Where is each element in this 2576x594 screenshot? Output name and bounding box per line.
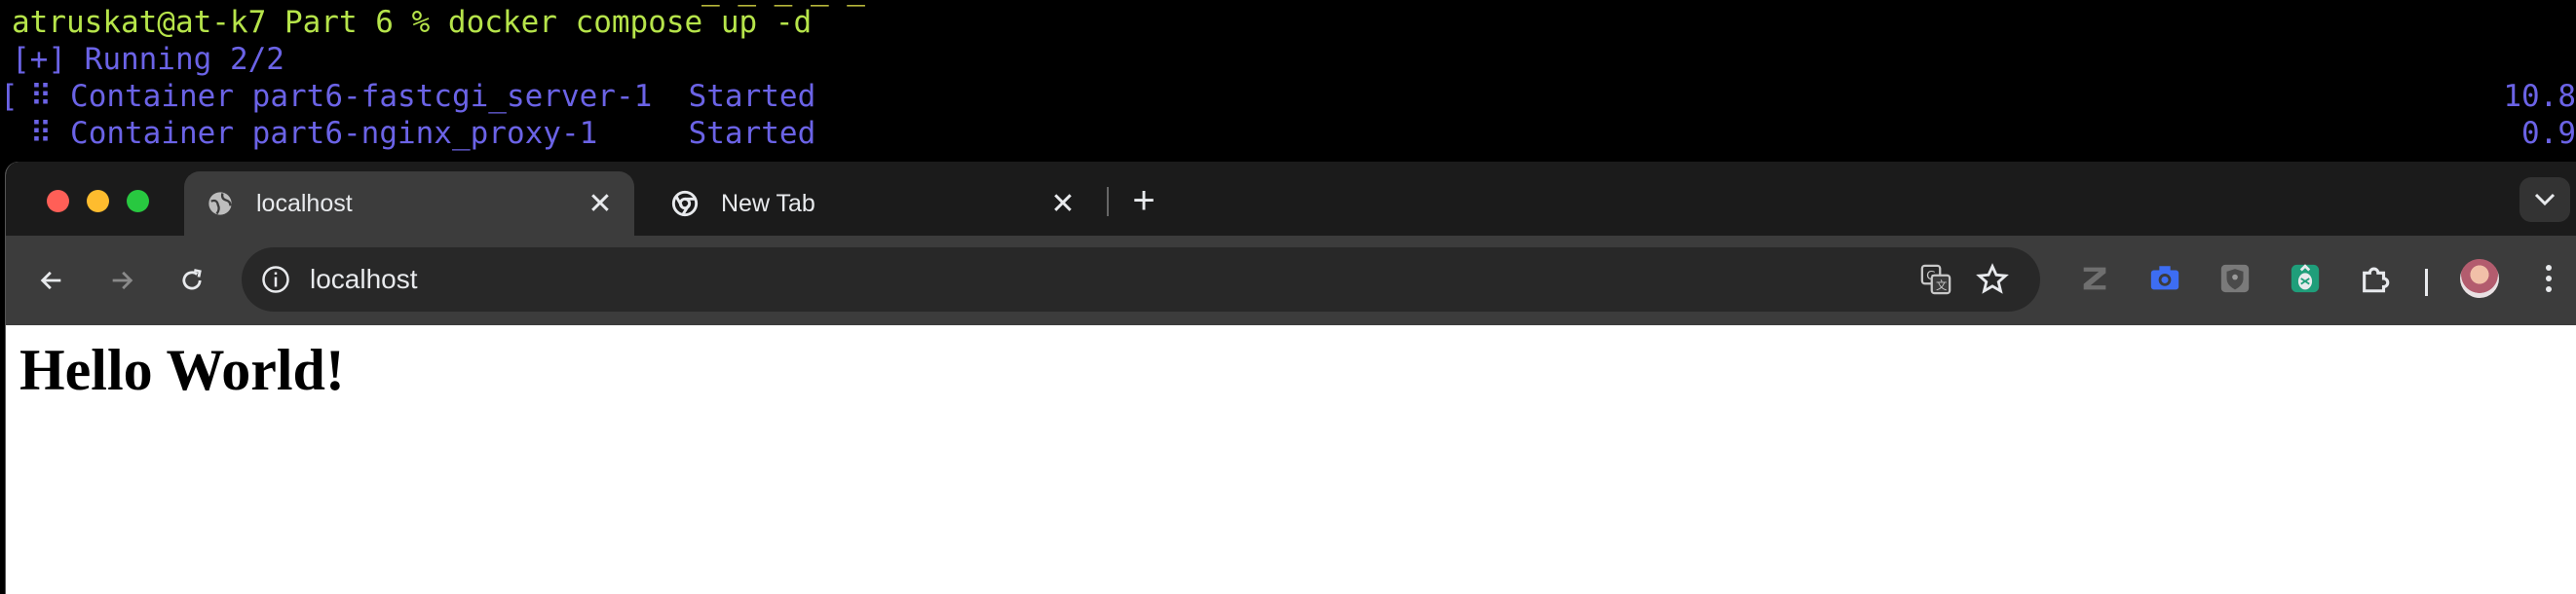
- container-status: Started: [688, 116, 816, 151]
- site-info-icon[interactable]: [261, 265, 290, 294]
- minimize-window-button[interactable]: [87, 190, 109, 212]
- terminal-window: _ _ _ _ _ atruskat@at-k7 Part 6 % docker…: [0, 0, 2576, 162]
- zotero-icon[interactable]: [2075, 259, 2114, 298]
- new-tab-button[interactable]: +: [1124, 179, 1163, 222]
- address-bar[interactable]: localhost G文: [242, 247, 2040, 312]
- camera-icon[interactable]: [2145, 259, 2184, 298]
- puzzle-icon[interactable]: [2356, 259, 2395, 298]
- reload-icon: [182, 269, 202, 290]
- forward-button[interactable]: [99, 258, 144, 303]
- translate-icon[interactable]: G文: [1919, 263, 1952, 296]
- close-tab-icon[interactable]: ✕: [1046, 187, 1080, 220]
- forward-arrow-icon: [112, 271, 133, 290]
- shield-extension-icon[interactable]: [2216, 259, 2254, 298]
- pineapple-icon[interactable]: [2286, 259, 2325, 298]
- tab-search-button[interactable]: [2519, 177, 2570, 222]
- back-button[interactable]: [29, 258, 74, 303]
- tab-label: New Tab: [721, 189, 815, 217]
- close-window-button[interactable]: [47, 190, 69, 212]
- terminal-prompt-line: atruskat@at-k7 Part 6 % docker compose u…: [12, 5, 813, 40]
- terminal-running-line: [+] Running 2/2: [12, 42, 284, 77]
- browser-window: localhost ✕ New Tab ✕ + localhost 文 Hell…: [5, 162, 2576, 594]
- tab-localhost[interactable]: localhost ✕: [184, 171, 634, 236]
- avatar[interactable]: [2460, 259, 2499, 298]
- container-time: 0.9: [2521, 116, 2576, 151]
- terminal-container-line: ⠿ Container part6-nginx_proxy-1 Started: [12, 115, 816, 152]
- globe-icon: [206, 189, 235, 218]
- svg-text:文: 文: [1936, 278, 1947, 292]
- reload-button[interactable]: [170, 258, 214, 303]
- close-tab-icon[interactable]: ✕: [584, 187, 617, 220]
- zoom-window-button[interactable]: [127, 190, 149, 212]
- container-prefix: ⠿ Container: [12, 79, 252, 114]
- container-name: part6-fastcgi_server-1: [251, 79, 670, 114]
- container-status: Started: [688, 79, 816, 114]
- page-content: Hello World!: [6, 325, 2576, 594]
- browser-toolbar: localhost G文: [6, 236, 2576, 327]
- tab-label: localhost: [256, 189, 353, 217]
- back-arrow-icon: [40, 271, 61, 290]
- container-time: 10.8: [2503, 79, 2576, 114]
- more-menu-icon[interactable]: [2529, 259, 2568, 298]
- chrome-icon: [670, 189, 700, 218]
- tab-strip: localhost ✕ New Tab ✕ +: [6, 162, 2576, 236]
- bookmark-star-icon[interactable]: [1976, 263, 2009, 296]
- address-text[interactable]: localhost: [310, 264, 418, 295]
- tab-divider: [1107, 187, 1109, 216]
- container-name: part6-nginx_proxy-1: [251, 116, 670, 151]
- tab-new-tab[interactable]: New Tab ✕: [649, 171, 1097, 236]
- terminal-container-line: ⠿ Container part6-fastcgi_server-1 Start…: [12, 78, 816, 115]
- chevron-down-icon: [2534, 193, 2556, 206]
- page-heading: Hello World!: [19, 338, 345, 402]
- toolbar-divider: [2425, 269, 2428, 296]
- container-prefix: ⠿ Container: [12, 116, 252, 151]
